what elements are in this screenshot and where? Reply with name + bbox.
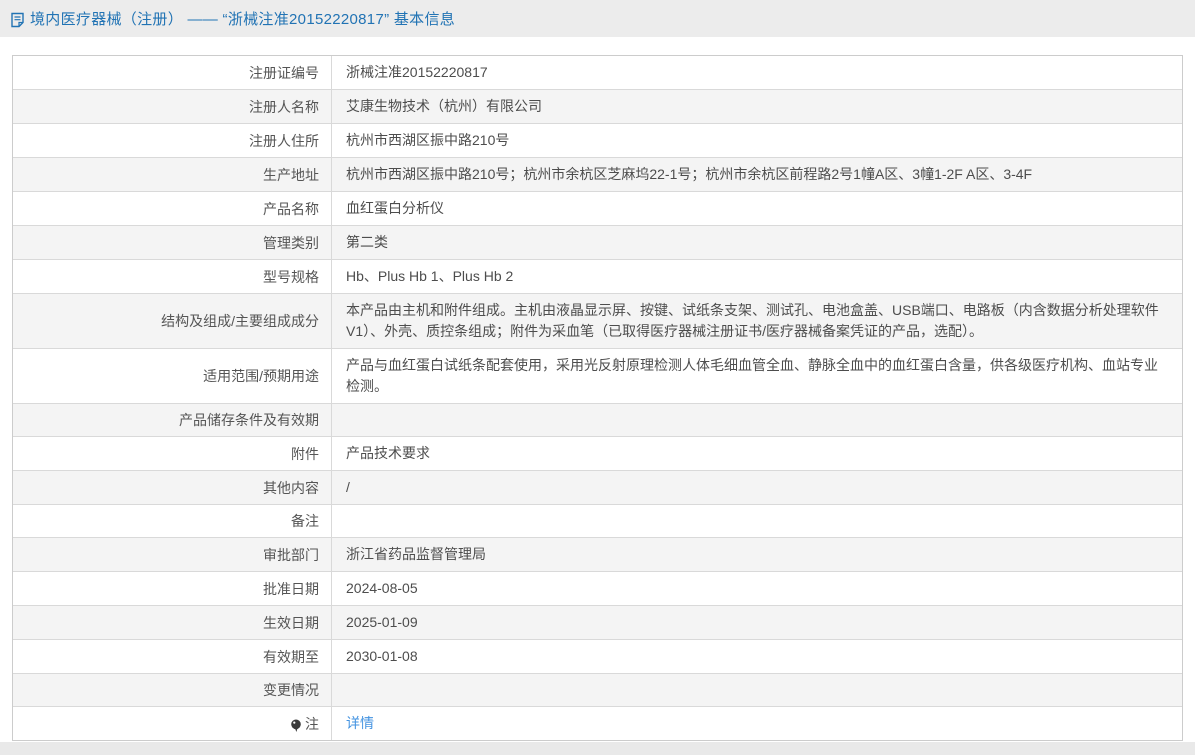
table-row: 变更情况: [13, 673, 1182, 706]
page-title: 境内医疗器械（注册） —— “浙械注准20152220817” 基本信息: [30, 8, 455, 29]
row-label: 适用范围/预期用途: [13, 349, 331, 403]
row-value: /: [331, 471, 1182, 504]
table-row: 适用范围/预期用途 产品与血红蛋白试纸条配套使用，采用光反射原理检测人体毛细血管…: [13, 348, 1182, 403]
table-row: 产品储存条件及有效期: [13, 403, 1182, 436]
row-value: 浙械注准20152220817: [331, 56, 1182, 89]
row-label: 备注: [13, 505, 331, 537]
page-header: 境内医疗器械（注册） —— “浙械注准20152220817” 基本信息: [0, 0, 1195, 37]
row-label: 产品名称: [13, 192, 331, 225]
table-row: 其他内容 /: [13, 470, 1182, 504]
row-value: 详情: [331, 707, 1182, 740]
row-label: 批准日期: [13, 572, 331, 605]
row-value: 2030-01-08: [331, 640, 1182, 673]
row-label: 型号规格: [13, 260, 331, 293]
row-label: 审批部门: [13, 538, 331, 571]
row-value: 浙江省药品监督管理局: [331, 538, 1182, 571]
balloon-note-icon: [290, 719, 302, 733]
table-row: 结构及组成/主要组成成分 本产品由主机和附件组成。主机由液晶显示屏、按键、试纸条…: [13, 293, 1182, 348]
row-value: 杭州市西湖区振中路210号: [331, 124, 1182, 157]
row-value: 杭州市西湖区振中路210号；杭州市余杭区芝麻坞22-1号；杭州市余杭区前程路2号…: [331, 158, 1182, 191]
row-value: 2024-08-05: [331, 572, 1182, 605]
row-label: 生产地址: [13, 158, 331, 191]
row-value: 血红蛋白分析仪: [331, 192, 1182, 225]
table-row: 有效期至 2030-01-08: [13, 639, 1182, 673]
table-row: 注册证编号 浙械注准20152220817: [13, 56, 1182, 89]
row-label: 管理类别: [13, 226, 331, 259]
row-value: 本产品由主机和附件组成。主机由液晶显示屏、按键、试纸条支架、测试孔、电池盒盖、U…: [331, 294, 1182, 348]
table-row: 型号规格 Hb、Plus Hb 1、Plus Hb 2: [13, 259, 1182, 293]
row-value: [331, 674, 1182, 706]
row-label: 有效期至: [13, 640, 331, 673]
table-row: 注册人住所 杭州市西湖区振中路210号: [13, 123, 1182, 157]
note-label-text: 注: [305, 714, 319, 734]
main-content: 注册证编号 浙械注准20152220817 注册人名称 艾康生物技术（杭州）有限…: [0, 37, 1195, 742]
row-label: 产品储存条件及有效期: [13, 404, 331, 436]
row-value: Hb、Plus Hb 1、Plus Hb 2: [331, 260, 1182, 293]
document-icon: [10, 12, 25, 28]
row-value: 2025-01-09: [331, 606, 1182, 639]
detail-link[interactable]: 详情: [346, 713, 374, 734]
row-label: 结构及组成/主要组成成分: [13, 294, 331, 348]
registration-info-table: 注册证编号 浙械注准20152220817 注册人名称 艾康生物技术（杭州）有限…: [12, 55, 1183, 741]
row-value: 艾康生物技术（杭州）有限公司: [331, 90, 1182, 123]
table-row: 审批部门 浙江省药品监督管理局: [13, 537, 1182, 571]
table-row: 批准日期 2024-08-05: [13, 571, 1182, 605]
footer-strip: [0, 742, 1195, 755]
table-row: 注册人名称 艾康生物技术（杭州）有限公司: [13, 89, 1182, 123]
row-label: 其他内容: [13, 471, 331, 504]
table-row: 附件 产品技术要求: [13, 436, 1182, 470]
row-value: [331, 505, 1182, 537]
row-label: 注册人住所: [13, 124, 331, 157]
row-label: 注: [13, 707, 331, 740]
row-value: [331, 404, 1182, 436]
table-row-note: 注 详情: [13, 706, 1182, 740]
table-row: 管理类别 第二类: [13, 225, 1182, 259]
table-row: 生产地址 杭州市西湖区振中路210号；杭州市余杭区芝麻坞22-1号；杭州市余杭区…: [13, 157, 1182, 191]
row-label: 注册证编号: [13, 56, 331, 89]
row-label: 生效日期: [13, 606, 331, 639]
table-row: 产品名称 血红蛋白分析仪: [13, 191, 1182, 225]
row-label: 注册人名称: [13, 90, 331, 123]
row-label: 变更情况: [13, 674, 331, 706]
row-value: 产品技术要求: [331, 437, 1182, 470]
row-value: 产品与血红蛋白试纸条配套使用，采用光反射原理检测人体毛细血管全血、静脉全血中的血…: [331, 349, 1182, 403]
table-row: 生效日期 2025-01-09: [13, 605, 1182, 639]
row-value: 第二类: [331, 226, 1182, 259]
row-label: 附件: [13, 437, 331, 470]
table-row: 备注: [13, 504, 1182, 537]
